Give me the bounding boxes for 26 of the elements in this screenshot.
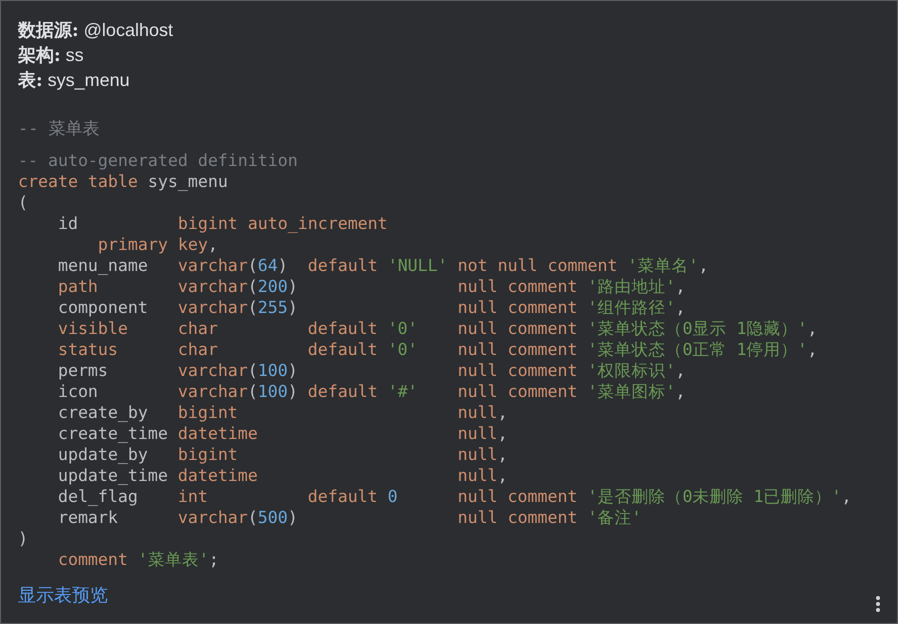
code-line: update_by bigint null, xyxy=(56,444,508,465)
code-line: create_by bigint null, xyxy=(56,402,508,423)
code-line: -- auto-generated definition xyxy=(18,150,298,171)
code-line: id bigint auto_increment xyxy=(56,213,388,234)
header-line: 架构: ss xyxy=(18,44,84,68)
more-options-icon[interactable] xyxy=(875,595,881,613)
code-line: visible char default '0' null comment '菜单状态（0显示 1隐藏）', xyxy=(56,318,818,339)
code-line: perms varchar(100) null comment '权限标识', xyxy=(56,360,686,381)
code-line: ) xyxy=(18,528,28,549)
code-line: status char default '0' null comment '菜单状态（0正常 1停用）', xyxy=(56,339,818,360)
code-line: component varchar(255) null comment '组件路径', xyxy=(56,297,686,318)
code-line: update_time datetime null, xyxy=(56,465,508,486)
code-line: path varchar(200) null comment '路由地址', xyxy=(56,276,686,297)
table-comment: -- 菜单表 xyxy=(18,118,100,140)
code-line: remark varchar(500) null comment '备注' xyxy=(56,507,642,528)
code-line: create table sys_menu xyxy=(18,171,228,192)
code-line: icon varchar(100) default '#' null comment '菜单图标', xyxy=(56,381,686,402)
code-line: primary key, xyxy=(96,234,218,255)
code-line: create_time datetime null, xyxy=(56,423,508,444)
code-line: ( xyxy=(18,192,28,213)
header-line: 表: sys_menu xyxy=(18,69,130,93)
preview-link[interactable]: 显示表预览 xyxy=(18,582,108,609)
code-line: del_flag int default 0 null comment '是否删除（0未删除 1已删除）', xyxy=(56,486,852,507)
code-line: comment '菜单表'; xyxy=(56,549,219,570)
header-line: 数据源: @localhost xyxy=(18,19,173,43)
code-line: menu_name varchar(64) default 'NULL' not null comment '菜单名', xyxy=(56,255,708,276)
